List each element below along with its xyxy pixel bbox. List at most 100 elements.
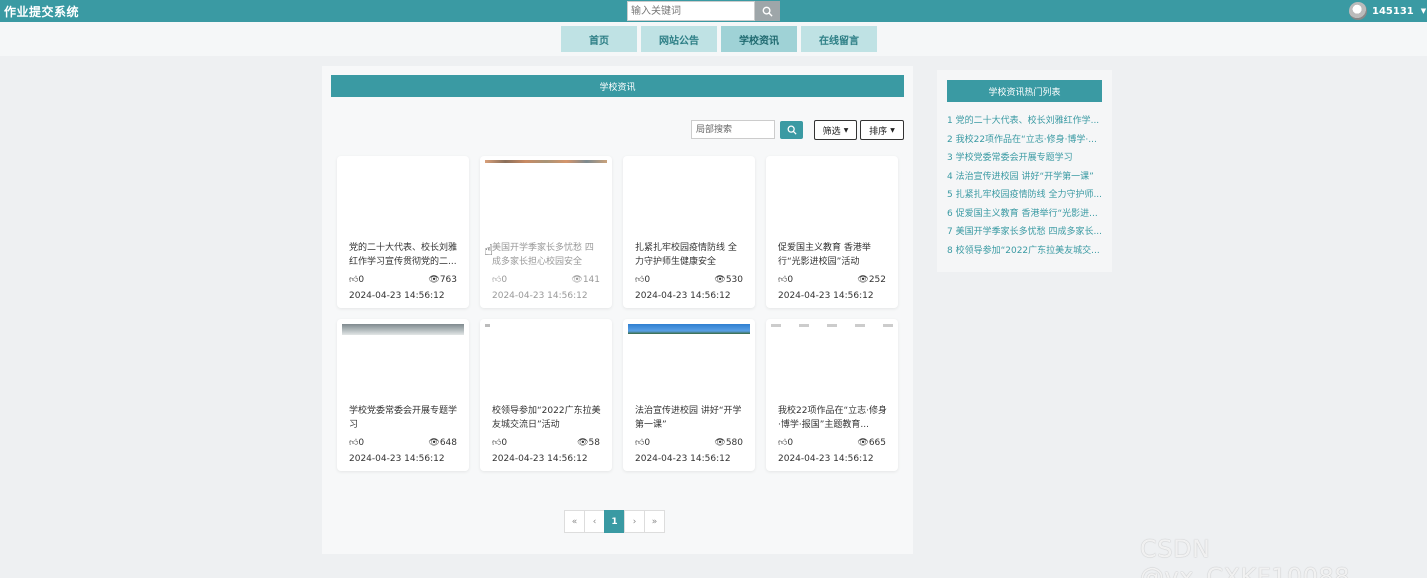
card-likes: 👍︎0 [349, 275, 365, 285]
thumbs-up-icon: 👍︎ [635, 275, 645, 285]
filter-dropdown[interactable]: 筛选 ▼ [814, 120, 857, 140]
card-likes: 👍︎0 [778, 438, 794, 448]
avatar[interactable] [1349, 2, 1367, 20]
chevron-down-icon: ▼ [1420, 7, 1427, 15]
search-input[interactable] [627, 1, 755, 21]
card-views: 👁︎58 [577, 438, 600, 448]
card-title: 美国开学季家长多忧愁 四成多家长担心校园安全 [492, 243, 594, 267]
card-likes: 👍︎0 [492, 438, 508, 448]
tab-announcements[interactable]: 网站公告 [641, 26, 717, 52]
card-date: 2024-04-23 14:56:12 [492, 291, 588, 301]
page-last-button[interactable]: » [644, 510, 665, 533]
hot-news-item[interactable]: 1 党的二十大代表、校长刘雅红作学... [947, 112, 1105, 131]
pagination: « ‹ 1 › » [564, 510, 665, 533]
search-button[interactable] [755, 1, 780, 21]
watermark: CSDN @vx_CXKF10088 [1140, 535, 1350, 578]
news-card[interactable]: 党的二十大代表、校长刘雅红作学习宣传贯彻党的二... 👍︎0 👁︎763 202… [337, 156, 469, 308]
card-image [628, 324, 750, 334]
user-menu[interactable]: 145131 ▼ [1349, 2, 1426, 20]
card-views: 👁︎580 [714, 438, 743, 448]
nav-bar: 首页 网站公告 学校资讯 在线留言 [0, 22, 1427, 56]
username: 145131 [1372, 5, 1414, 17]
eye-icon: 👁︎ [857, 438, 869, 448]
news-card[interactable]: 法治宣传进校园 讲好“开学第一课” 👍︎0 👁︎580 2024-04-23 1… [623, 319, 755, 471]
card-date: 2024-04-23 14:56:12 [349, 454, 445, 464]
page-prev-button[interactable]: ‹ [584, 510, 605, 533]
card-views: 👁︎141 [571, 275, 600, 285]
thumbs-up-icon: 👍︎ [778, 275, 788, 285]
card-title: 党的二十大代表、校长刘雅红作学习宣传贯彻党的二... [349, 243, 458, 267]
tab-school-news[interactable]: 学校资讯 [721, 26, 797, 52]
hot-news-list: 1 党的二十大代表、校长刘雅红作学... 2 我校22项作品在“立志·修身·博学… [947, 112, 1105, 260]
news-card[interactable]: 扎紧扎牢校园疫情防线 全力守护师生健康安全 👍︎0 👁︎530 2024-04-… [623, 156, 755, 308]
eye-icon: 👁︎ [714, 438, 726, 448]
card-date: 2024-04-23 14:56:12 [635, 454, 731, 464]
section-title: 学校资讯 [331, 75, 904, 97]
card-views: 👁︎763 [428, 275, 457, 285]
card-image [771, 324, 893, 327]
tab-online-message[interactable]: 在线留言 [801, 26, 877, 52]
sort-label: 排序 [869, 126, 888, 137]
hot-news-item[interactable]: 8 校领导参加“2022广东拉美友城交... [947, 242, 1105, 261]
hot-news-item[interactable]: 2 我校22项作品在“立志·修身·博学·... [947, 131, 1105, 150]
card-date: 2024-04-23 14:56:12 [778, 291, 874, 301]
filter-label: 筛选 [822, 126, 841, 137]
news-card[interactable]: 学校党委常委会开展专题学习 👍︎0 👁︎648 2024-04-23 14:56… [337, 319, 469, 471]
card-title: 法治宣传进校园 讲好“开学第一课” [635, 406, 742, 430]
sidebar-title: 学校资讯热门列表 [947, 80, 1102, 102]
news-card[interactable]: 校领导参加“2022广东拉美友城交流日”活动 👍︎0 👁︎58 2024-04-… [480, 319, 612, 471]
card-date: 2024-04-23 14:56:12 [349, 291, 445, 301]
card-date: 2024-04-23 14:56:12 [635, 291, 731, 301]
card-likes: 👍︎0 [349, 438, 365, 448]
hot-news-item[interactable]: 4 法治宣传进校园 讲好“开学第一课” [947, 168, 1105, 187]
thumbs-up-icon: 👍︎ [492, 438, 502, 448]
card-title: 校领导参加“2022广东拉美友城交流日”活动 [492, 406, 601, 430]
eye-icon: 👁︎ [428, 275, 440, 285]
top-bar: 作业提交系统 145131 ▼ [0, 0, 1427, 22]
thumbs-up-icon: 👍︎ [492, 275, 502, 285]
thumbs-up-icon: 👍︎ [778, 438, 788, 448]
local-search-button[interactable] [780, 121, 803, 139]
card-title: 我校22项作品在“立志·修身·博学·报国”主题教育... [778, 406, 887, 430]
card-likes: 👍︎0 [492, 275, 508, 285]
hot-news-item[interactable]: 7 美国开学季家长多忧愁 四成多家长... [947, 223, 1105, 242]
card-title: 学校党委常委会开展专题学习 [349, 406, 458, 430]
news-card[interactable]: 促爱国主义教育 香港举行“光影进校园”活动 👍︎0 👁︎252 2024-04-… [766, 156, 898, 308]
card-title: 扎紧扎牢校园疫情防线 全力守护师生健康安全 [635, 243, 737, 267]
eye-icon: 👁︎ [714, 275, 726, 285]
card-views: 👁︎665 [857, 438, 886, 448]
local-search-input[interactable] [691, 120, 775, 139]
hot-news-item[interactable]: 5 扎紧扎牢校园疫情防线 全力守护师... [947, 186, 1105, 205]
app-title: 作业提交系统 [4, 5, 80, 19]
card-title: 促爱国主义教育 香港举行“光影进校园”活动 [778, 243, 871, 267]
card-likes: 👍︎0 [635, 438, 651, 448]
sort-dropdown[interactable]: 排序 ▼ [860, 120, 904, 140]
search-icon [762, 6, 773, 17]
card-date: 2024-04-23 14:56:12 [492, 454, 588, 464]
news-card[interactable]: 我校22项作品在“立志·修身·博学·报国”主题教育... 👍︎0 👁︎665 2… [766, 319, 898, 471]
news-card[interactable]: 美国开学季家长多忧愁 四成多家长担心校园安全 👍︎0 👁︎141 2024-04… [480, 156, 612, 308]
thumbs-up-icon: 👍︎ [349, 438, 359, 448]
card-date: 2024-04-23 14:56:12 [778, 454, 874, 464]
thumbs-up-icon: 👍︎ [349, 275, 359, 285]
page-current-button[interactable]: 1 [604, 510, 625, 533]
hand-cursor-icon: ☝ [484, 241, 494, 259]
tab-home[interactable]: 首页 [561, 26, 637, 52]
card-views: 👁︎648 [428, 438, 457, 448]
global-search [627, 1, 780, 21]
card-image [485, 324, 607, 327]
card-views: 👁︎252 [857, 275, 886, 285]
eye-icon: 👁︎ [577, 438, 589, 448]
caret-down-icon: ▼ [890, 126, 895, 134]
search-icon [787, 125, 797, 135]
page-first-button[interactable]: « [564, 510, 585, 533]
hot-news-item[interactable]: 6 促爱国主义教育 香港举行“光影进... [947, 205, 1105, 224]
eye-icon: 👁︎ [571, 275, 583, 285]
card-likes: 👍︎0 [635, 275, 651, 285]
hot-news-item[interactable]: 3 学校党委常委会开展专题学习 [947, 149, 1105, 168]
thumbs-up-icon: 👍︎ [635, 438, 645, 448]
eye-icon: 👁︎ [857, 275, 869, 285]
page-next-button[interactable]: › [624, 510, 645, 533]
card-image [485, 160, 607, 163]
card-image [342, 324, 464, 335]
